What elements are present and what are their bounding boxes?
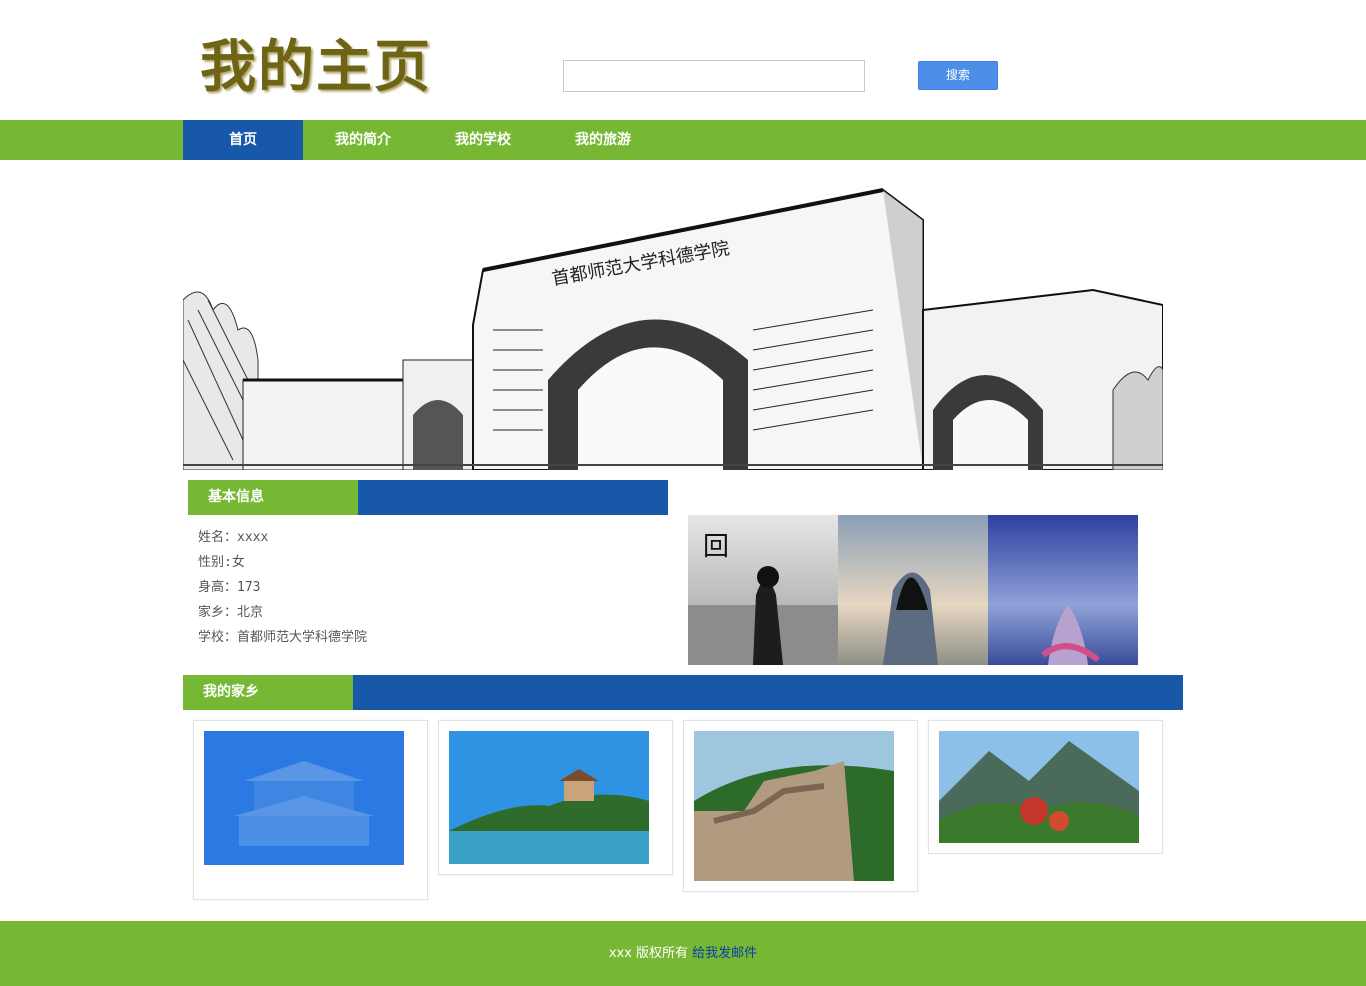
hometown-header: 我的家乡 [183, 675, 1183, 710]
info-gender: 性别:女 [198, 555, 245, 570]
basic-info-title: 基本信息 [188, 480, 358, 515]
photo-strip: 回 [688, 515, 1138, 665]
nav-item-school[interactable]: 我的学校 [423, 120, 543, 160]
photo-1: 回 [688, 515, 838, 665]
footer-copyright: xxx 版权所有 [608, 946, 689, 961]
great-wall-image [694, 731, 894, 881]
nav-item-home[interactable]: 首页 [183, 120, 303, 160]
svg-text:回: 回 [703, 532, 729, 562]
search-input[interactable] [563, 60, 865, 92]
basic-info-list: 姓名：xxxx 性别:女 身高：173 家乡：北京 学校：首都师范大学科德学院 [198, 525, 367, 650]
header: 我的主页 搜索 [0, 0, 1366, 120]
email-link[interactable]: 给我发邮件 [692, 946, 757, 961]
school-gate-sketch: 首都师范大学科德学院 [183, 180, 1163, 470]
info-hometown: 家乡：北京 [198, 605, 264, 620]
footer: xxx 版权所有 给我发邮件 [0, 921, 1366, 986]
nav-item-profile[interactable]: 我的简介 [303, 120, 423, 160]
hometown-card-4[interactable] [928, 720, 1163, 854]
main-nav: 首页 我的简介 我的学校 我的旅游 [0, 120, 1366, 160]
site-logo[interactable]: 我的主页 [200, 32, 432, 104]
hometown-card-2[interactable] [438, 720, 673, 875]
search-button[interactable]: 搜索 [918, 61, 998, 90]
photo-2 [838, 515, 988, 665]
nav-item-travel[interactable]: 我的旅游 [543, 120, 663, 160]
hometown-title: 我的家乡 [183, 675, 353, 710]
hometown-card-3[interactable] [683, 720, 918, 892]
hometown-card-1[interactable] [193, 720, 428, 900]
info-name: 姓名：xxxx [198, 530, 269, 545]
info-school: 学校：首都师范大学科德学院 [198, 630, 368, 645]
photo-3 [988, 515, 1138, 665]
fragrant-hills-image [939, 731, 1139, 843]
page: 我的主页 搜索 首页 我的简介 我的学校 我的旅游 首都师范大学科德学院 基本信… [0, 0, 1366, 986]
banner-image: 首都师范大学科德学院 [183, 180, 1163, 470]
basic-info-header: 基本信息 [188, 480, 668, 515]
forbidden-city-image [204, 731, 404, 865]
info-height: 身高：173 [198, 580, 261, 595]
summer-palace-image [449, 731, 649, 864]
